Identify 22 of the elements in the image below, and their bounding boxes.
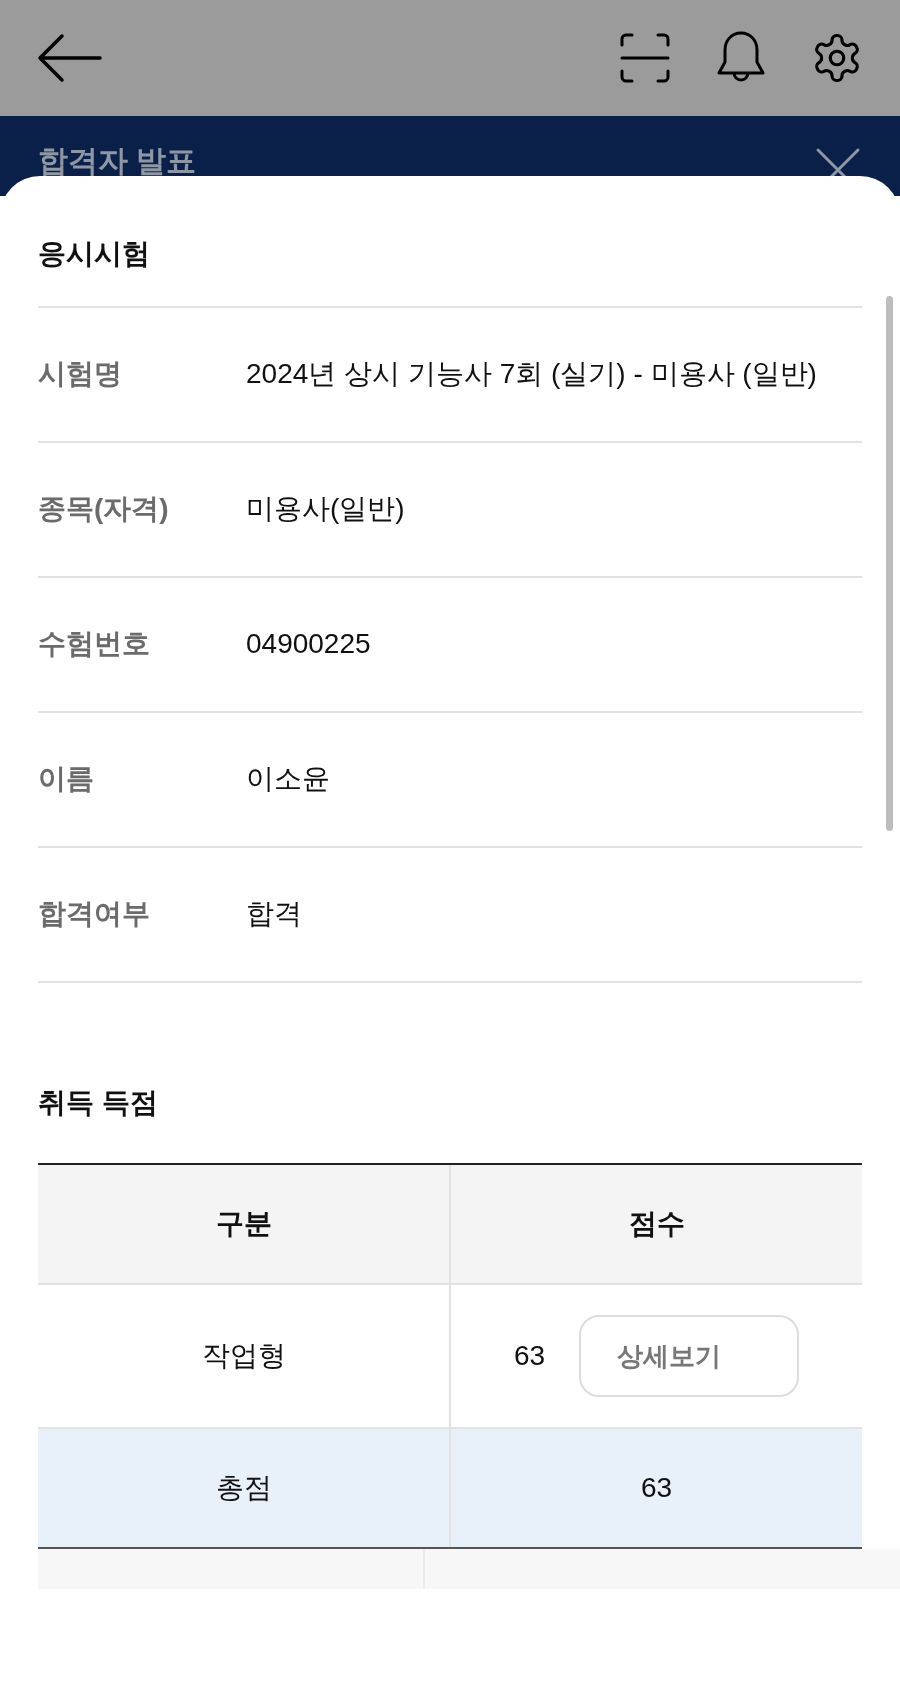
column-header: 점수 <box>627 1207 686 1241</box>
field-value: 미용사(일반) <box>246 492 406 526</box>
field-value: 04900225 <box>246 627 372 661</box>
table-cell: 총점 <box>38 1429 451 1547</box>
field-value: 합격 <box>246 897 303 931</box>
column-header: 구분 <box>38 1165 451 1283</box>
section-title: 응시시험 <box>38 237 151 271</box>
header-title: 합격자 발표 <box>38 146 197 176</box>
details-button[interactable]: 상세보기 <box>579 1315 800 1397</box>
field-label: 종목(자격) <box>38 492 170 526</box>
field-label: 이름 <box>38 762 95 796</box>
score-value: 63 <box>640 1471 673 1505</box>
scan-icon[interactable] <box>620 33 670 83</box>
field-label: 합격여부 <box>38 897 151 931</box>
field-label: 수험번호 <box>38 627 151 661</box>
field-label: 시험명 <box>38 357 123 391</box>
score-value: 63 <box>513 1339 546 1373</box>
field-value: 2024년 상시 기능사 7회 (실기) - 미용사 (일반) <box>246 357 818 391</box>
table-cell: 작업형 <box>38 1285 451 1427</box>
section-title: 취득 득점 <box>38 1086 159 1120</box>
field-value: 이소윤 <box>246 762 331 796</box>
back-arrow-icon[interactable] <box>36 32 102 84</box>
